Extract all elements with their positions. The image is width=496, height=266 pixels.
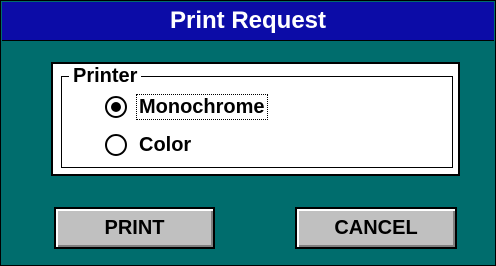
print-request-dialog: Print Request Printer Monochrome Color P… [0,0,496,266]
radio-button-color[interactable] [105,134,127,156]
radio-label-monochrome[interactable]: Monochrome [136,94,268,120]
radio-button-monochrome[interactable] [105,96,127,118]
radio-selected-dot-icon [111,102,121,112]
cancel-button[interactable]: CANCEL [295,207,457,249]
dialog-title: Print Request [2,2,494,41]
radio-option-monochrome[interactable]: Monochrome [105,92,268,122]
radio-label-color[interactable]: Color [137,133,193,157]
printer-group: Printer Monochrome Color [51,62,460,176]
radio-option-color[interactable]: Color [105,130,193,160]
printer-group-label: Printer [69,64,142,88]
print-button[interactable]: PRINT [54,207,215,249]
